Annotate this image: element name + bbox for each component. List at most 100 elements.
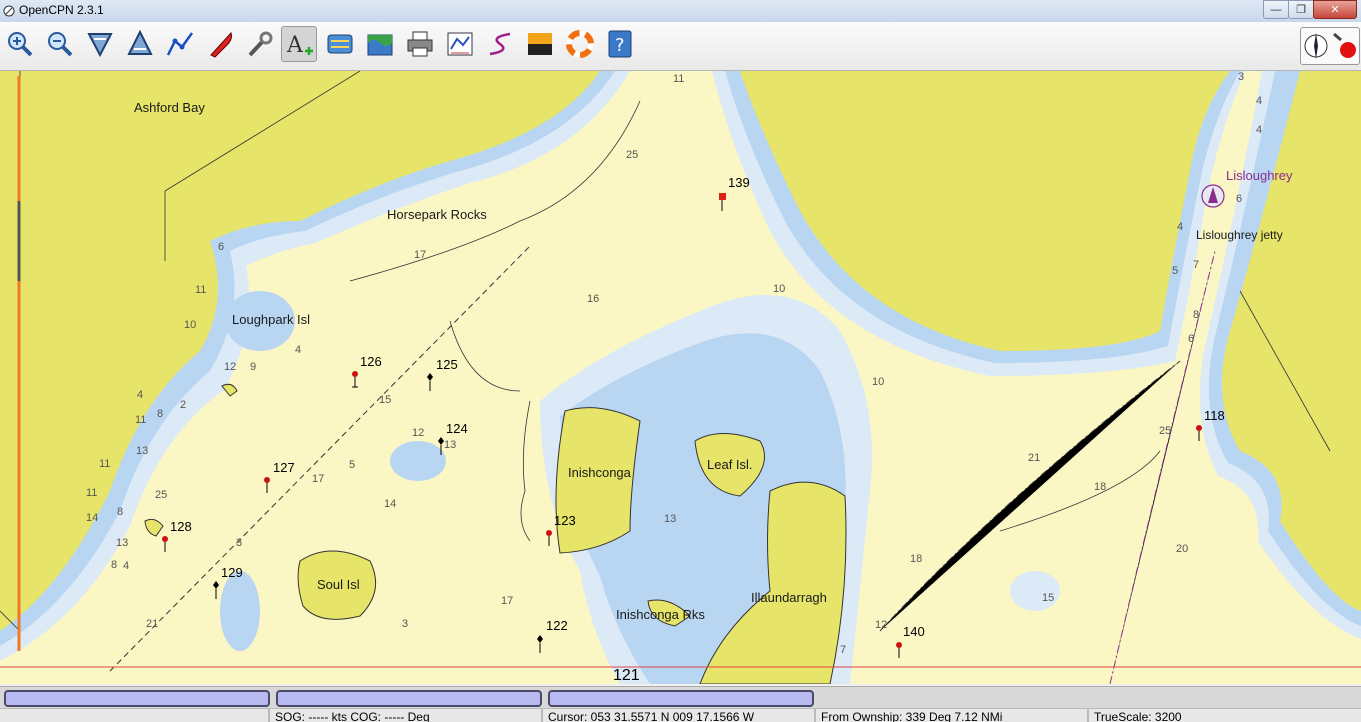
title-bar: OpenCPN 2.3.1 — ❐ ✕ <box>0 0 1361 23</box>
help-icon: ? <box>608 30 632 58</box>
gps-status-icon[interactable] <box>1331 30 1357 62</box>
sounding: 14 <box>384 498 397 510</box>
sounding: 17 <box>414 249 427 261</box>
sounding: 4 <box>137 389 144 401</box>
track-button[interactable] <box>482 26 518 62</box>
svg-text:A: A <box>286 33 304 58</box>
sounding: 2 <box>180 399 187 411</box>
waypoint-label[interactable]: 125 <box>436 357 458 372</box>
route-icon <box>166 32 194 56</box>
lifebuoy-icon <box>566 30 594 58</box>
sounding: 12 <box>875 619 888 631</box>
sounding: 8 <box>157 408 164 420</box>
scale-in-button[interactable] <box>82 26 118 62</box>
sounding: 21 <box>146 618 159 630</box>
color-scheme-icon <box>528 33 552 55</box>
sounding: 3 <box>402 618 409 630</box>
place-label: Ashford Bay <box>134 100 205 115</box>
cursor-position-readout: Cursor: 053 31.5571 N 009 17.1566 W <box>548 710 755 722</box>
zoom-out-button[interactable] <box>42 26 78 62</box>
zoom-in-button[interactable] <box>2 26 38 62</box>
piano-key[interactable] <box>4 690 270 707</box>
sounding: 11 <box>195 284 207 296</box>
sounding: 10 <box>184 319 197 331</box>
place-label: Horsepark Rocks <box>387 207 487 222</box>
sounding: 11 <box>673 73 685 85</box>
sounding: 10 <box>773 283 786 295</box>
close-button[interactable]: ✕ <box>1313 0 1357 19</box>
toolbox-button[interactable] <box>242 26 278 62</box>
text-button[interactable]: A <box>281 26 317 62</box>
window-title: OpenCPN 2.3.1 <box>19 3 104 17</box>
sounding: 6 <box>1188 333 1195 345</box>
sounding: 25 <box>626 149 639 161</box>
piano-key[interactable] <box>276 690 542 707</box>
chart-drawing <box>0 71 1361 684</box>
sounding: 9 <box>250 361 257 373</box>
color-scheme-button[interactable] <box>522 26 558 62</box>
sounding: 12 <box>412 427 425 439</box>
current-icon <box>327 34 353 54</box>
sounding: 4 <box>1177 221 1184 233</box>
waypoint-label[interactable]: 123 <box>554 513 576 528</box>
print-button[interactable] <box>402 26 438 62</box>
sounding: 11 <box>135 414 147 426</box>
sounding: 15 <box>379 394 392 406</box>
tide-icon <box>367 34 393 56</box>
current-button[interactable] <box>322 26 358 62</box>
zoom-in-icon <box>8 32 33 57</box>
sounding: 17 <box>312 473 325 485</box>
place-label: Illaundarragh <box>751 590 827 605</box>
sounding: 18 <box>1094 481 1107 493</box>
sounding: 7 <box>840 644 847 656</box>
truescale-readout: TrueScale: 3200 <box>1094 710 1182 722</box>
sounding: 8 <box>117 506 124 518</box>
sounding: 17 <box>501 595 514 607</box>
sounding: 11 <box>86 487 98 499</box>
create-route-button[interactable] <box>162 26 198 62</box>
place-label: Lisloughrey jetty <box>1196 228 1283 242</box>
wrench-icon <box>248 31 273 57</box>
sounding: 11 <box>99 458 111 470</box>
sounding: 6 <box>1236 193 1243 205</box>
waypoint-label[interactable]: 126 <box>360 354 382 369</box>
waypoint-label[interactable]: 122 <box>546 618 568 633</box>
minimize-button[interactable]: — <box>1263 0 1289 19</box>
waypoint-label[interactable]: 128 <box>170 519 192 534</box>
sounding: 12 <box>224 361 237 373</box>
auto-follow-button[interactable] <box>202 26 238 62</box>
waypoint-label[interactable]: 127 <box>273 460 295 475</box>
sounding: 3 <box>236 537 243 549</box>
chart-canvas[interactable]: Ashford Bay Horsepark Rocks Loughpark Is… <box>0 71 1361 684</box>
scale-out-button[interactable] <box>122 26 158 62</box>
sounding: 5 <box>1172 265 1179 277</box>
sounding: 13 <box>444 439 457 451</box>
sounding: 15 <box>1042 592 1055 604</box>
maximize-button[interactable]: ❐ <box>1288 0 1314 19</box>
sounding: 18 <box>910 553 923 565</box>
route-manager-button[interactable] <box>442 26 478 62</box>
sounding: 13 <box>136 445 149 457</box>
route-manager-icon <box>447 32 473 56</box>
mob-button[interactable] <box>562 26 598 62</box>
chart-piano-bar <box>0 686 1361 709</box>
waypoint-label[interactable]: 124 <box>446 421 468 436</box>
piano-key[interactable] <box>548 690 814 707</box>
waypoint-label[interactable]: 140 <box>903 624 925 639</box>
chart-scale-out-icon <box>127 29 153 55</box>
tide-button[interactable] <box>362 26 398 62</box>
svg-text:?: ? <box>615 35 625 56</box>
waypoint-label[interactable]: 129 <box>221 565 243 580</box>
ship-icon <box>210 32 232 58</box>
track-icon <box>489 32 511 56</box>
sounding: 8 <box>1193 309 1200 321</box>
waypoint-label[interactable]: 118 <box>1204 408 1225 423</box>
place-label: Inishconga <box>568 465 631 480</box>
sounding: 5 <box>349 459 356 471</box>
compass-rose-icon[interactable] <box>1303 30 1329 62</box>
sounding: 3 <box>1238 71 1245 83</box>
help-button[interactable]: ? <box>602 26 638 62</box>
status-bar: SOG: ----- kts COG: ----- Deg Cursor: 05… <box>0 708 1361 722</box>
waypoint-label[interactable]: 139 <box>728 175 750 190</box>
sounding: 4 <box>295 344 302 356</box>
